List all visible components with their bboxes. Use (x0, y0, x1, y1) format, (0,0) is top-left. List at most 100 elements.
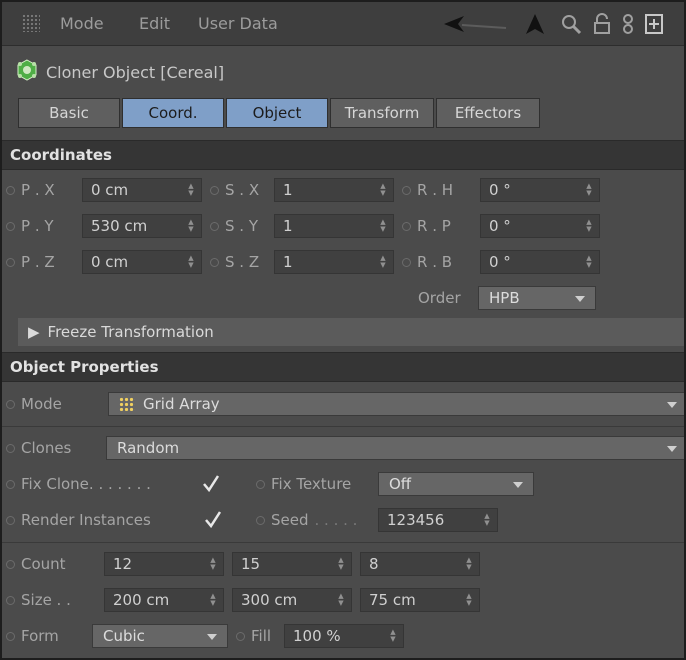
form-fill-row: Form Cubic Fill 100 % ▲ ▼ (2, 622, 684, 650)
fill-input[interactable]: 100 % ▲ ▼ (284, 624, 404, 648)
mode-row: Mode Grid Array (2, 390, 684, 418)
cursor-arrow-icon[interactable] (522, 10, 548, 38)
p-z-input[interactable]: 0 cm ▲ ▼ (82, 250, 202, 274)
mode-dropdown[interactable]: Grid Array (108, 392, 684, 416)
clones-label: Clones (21, 439, 72, 457)
count-y-input[interactable]: 15 ▲ ▼ (232, 552, 352, 576)
stepper-icon[interactable]: ▲ ▼ (337, 556, 345, 572)
r-p-input[interactable]: 0 ° ▲ ▼ (480, 214, 600, 238)
triangle-right-icon: ▶ (28, 323, 40, 341)
fix-row: Fix Clone. . . . . . . Fix Texture Off (2, 470, 684, 498)
anim-radio-icon[interactable] (6, 221, 15, 231)
anim-radio-icon[interactable] (6, 595, 15, 605)
checkmark-icon (203, 475, 220, 492)
back-arrow-icon[interactable] (442, 10, 512, 38)
count-z-input[interactable]: 8 ▲ ▼ (360, 552, 480, 576)
p-y-input[interactable]: 530 cm ▲ ▼ (82, 214, 202, 238)
menubar: Mode Edit User Data (2, 2, 684, 46)
search-icon[interactable] (558, 10, 584, 38)
coord-row-z: P . Z 0 cm ▲ ▼ S . Z 1 ▲ ▼ R . B 0 ° ▲ ▼ (2, 248, 684, 276)
fix-texture-label: Fix Texture (271, 475, 352, 493)
r-b-label: R . B (417, 253, 453, 271)
p-x-input[interactable]: 0 cm ▲ ▼ (82, 178, 202, 202)
menu-edit[interactable]: Edit (139, 14, 170, 33)
stepper-icon[interactable]: ▲ ▼ (465, 556, 473, 572)
stepper-icon[interactable]: ▲ ▼ (465, 592, 473, 608)
seed-input[interactable]: 123456 ▲ ▼ (378, 508, 498, 532)
stepper-icon[interactable]: ▲ ▼ (187, 182, 195, 198)
r-b-input[interactable]: 0 ° ▲ ▼ (480, 250, 600, 274)
s-y-label: S . Y (225, 217, 258, 235)
s-x-input[interactable]: 1 ▲ ▼ (274, 178, 394, 202)
chevron-down-icon (667, 402, 677, 408)
fix-clone-checkbox[interactable] (200, 472, 222, 494)
menu-user-data[interactable]: User Data (198, 14, 278, 33)
stepper-icon[interactable]: ▲ ▼ (379, 218, 387, 234)
anim-radio-icon[interactable] (6, 631, 15, 641)
stepper-icon[interactable]: ▲ ▼ (209, 556, 217, 572)
size-label: Size . . (21, 591, 71, 609)
anim-radio-icon[interactable] (210, 257, 219, 267)
checkmark-icon (205, 511, 222, 528)
anim-radio-icon[interactable] (210, 221, 219, 231)
size-z-input[interactable]: 75 cm ▲ ▼ (360, 588, 480, 612)
s-y-input[interactable]: 1 ▲ ▼ (274, 214, 394, 238)
r-p-label: R . P (417, 217, 451, 235)
grid-array-icon (119, 397, 135, 411)
stepper-icon[interactable]: ▲ ▼ (379, 254, 387, 270)
stepper-icon[interactable]: ▲ ▼ (187, 218, 195, 234)
anim-radio-icon[interactable] (6, 257, 15, 267)
order-row: Order HPB (2, 284, 684, 312)
anim-radio-icon[interactable] (402, 257, 411, 267)
lock-icon[interactable] (590, 10, 614, 38)
new-panel-icon[interactable] (642, 10, 666, 38)
freeze-transformation-toggle[interactable]: ▶ Freeze Transformation (18, 318, 684, 346)
size-row: Size . . 200 cm ▲ ▼ 300 cm ▲ ▼ 75 cm ▲ ▼ (2, 586, 684, 614)
count-x-input[interactable]: 12 ▲ ▼ (104, 552, 224, 576)
fill-label: Fill (251, 627, 272, 645)
r-h-input[interactable]: 0 ° ▲ ▼ (480, 178, 600, 202)
fix-texture-dropdown[interactable]: Off (378, 472, 534, 496)
stepper-icon[interactable]: ▲ ▼ (379, 182, 387, 198)
stepper-icon[interactable]: ▲ ▼ (209, 592, 217, 608)
anim-radio-icon[interactable] (6, 515, 15, 525)
tab-object[interactable]: Object (226, 98, 328, 128)
anim-radio-icon[interactable] (210, 185, 219, 195)
anim-radio-icon[interactable] (256, 515, 265, 525)
s-z-label: S . Z (225, 253, 260, 271)
link-icon[interactable] (618, 10, 638, 38)
tab-transform[interactable]: Transform (330, 98, 434, 128)
form-dropdown[interactable]: Cubic (92, 624, 228, 648)
anim-radio-icon[interactable] (6, 185, 15, 195)
seed-dots: . . . . . (314, 511, 358, 529)
clones-dropdown[interactable]: Random (106, 436, 684, 460)
anim-radio-icon[interactable] (6, 399, 15, 409)
stepper-icon[interactable]: ▲ ▼ (585, 218, 593, 234)
stepper-icon[interactable]: ▲ ▼ (483, 512, 491, 528)
anim-radio-icon[interactable] (6, 559, 15, 569)
anim-radio-icon[interactable] (256, 479, 265, 489)
size-y-input[interactable]: 300 cm ▲ ▼ (232, 588, 352, 612)
anim-radio-icon[interactable] (6, 479, 15, 489)
s-z-input[interactable]: 1 ▲ ▼ (274, 250, 394, 274)
stepper-icon[interactable]: ▲ ▼ (187, 254, 195, 270)
stepper-icon[interactable]: ▲ ▼ (585, 254, 593, 270)
tab-coord[interactable]: Coord. (122, 98, 224, 128)
tab-effectors[interactable]: Effectors (436, 98, 540, 128)
tab-basic[interactable]: Basic (18, 98, 120, 128)
stepper-icon[interactable]: ▲ ▼ (337, 592, 345, 608)
stepper-icon[interactable]: ▲ ▼ (389, 628, 397, 644)
coord-row-y: P . Y 530 cm ▲ ▼ S . Y 1 ▲ ▼ R . P 0 ° ▲ ▼ (2, 212, 684, 240)
grip-handle-icon[interactable] (22, 14, 40, 32)
anim-radio-icon[interactable] (402, 185, 411, 195)
render-instances-checkbox[interactable] (202, 508, 224, 530)
menu-mode[interactable]: Mode (60, 14, 104, 33)
stepper-icon[interactable]: ▲ ▼ (585, 182, 593, 198)
anim-radio-icon[interactable] (402, 221, 411, 231)
order-label: Order (418, 289, 461, 307)
toolbar-icons (442, 10, 684, 38)
anim-radio-icon[interactable] (236, 631, 245, 641)
anim-radio-icon[interactable] (6, 443, 15, 453)
order-dropdown[interactable]: HPB (478, 286, 596, 310)
size-x-input[interactable]: 200 cm ▲ ▼ (104, 588, 224, 612)
